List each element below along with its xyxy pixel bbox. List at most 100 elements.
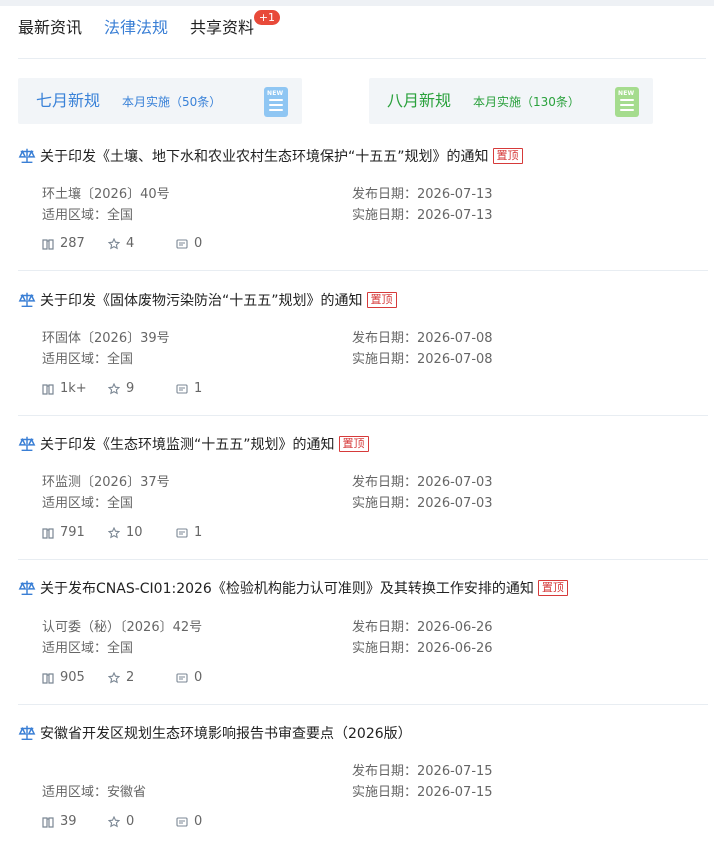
comment-icon	[176, 238, 188, 249]
effective-date-row: 实施日期：2026-07-03	[352, 496, 493, 511]
published-date-row: 发布日期：2026-07-15	[352, 764, 493, 779]
views-stat: 287	[42, 236, 108, 251]
comment-icon	[176, 672, 188, 683]
effective-date-row: 实施日期：2026-07-13	[352, 208, 493, 223]
article-title[interactable]: 关于印发《固体废物污染防治“十五五”规划》的通知	[40, 290, 363, 310]
article-stats: 39 0 0	[42, 814, 202, 829]
tab-shared-materials-label: 共享资料	[190, 18, 255, 37]
divider	[18, 270, 708, 271]
tab-bar: 最新资讯 法律法规 共享资料 +1	[18, 10, 281, 50]
pinned-tag: 置顶	[366, 292, 397, 308]
tab-shared-materials[interactable]: 共享资料 +1	[190, 10, 281, 40]
pinned-tag: 置顶	[338, 436, 369, 452]
effective-date-row: 实施日期：2026-07-08	[352, 352, 493, 367]
article-title[interactable]: 关于印发《生态环境监测“十五五”规划》的通知	[40, 434, 335, 454]
top-strip	[0, 0, 714, 6]
divider	[18, 704, 708, 705]
region-row: 适用区域：安徽省	[42, 785, 147, 800]
new-document-icon: NEW	[264, 87, 288, 117]
scales-of-justice-icon	[18, 725, 36, 741]
comment-stat[interactable]: 0	[176, 814, 202, 829]
region-value: 全国	[107, 208, 134, 223]
star-icon	[108, 237, 120, 249]
card-subtitle: 本月实施（50条）	[122, 95, 222, 109]
new-document-icon: NEW	[615, 87, 639, 117]
published-date-row: 发布日期：2026-07-13	[352, 187, 493, 202]
region-value: 全国	[107, 352, 134, 367]
pinned-tag: 置顶	[537, 580, 568, 596]
views-stat: 1k+	[42, 381, 108, 396]
tab-latest-news[interactable]: 最新资讯	[18, 16, 82, 40]
views-stat: 791	[42, 525, 108, 540]
article-item: 关于印发《土壤、地下水和农业农村生态环境保护“十五五”规划》的通知 置顶 环土壤…	[18, 146, 708, 271]
card-title: 七月新规	[36, 91, 101, 110]
comment-stat[interactable]: 1	[176, 381, 202, 396]
article-stats: 1k+ 9 1	[42, 381, 202, 396]
views-stat: 39	[42, 814, 108, 829]
divider	[18, 559, 708, 560]
published-date: 2026-06-26	[417, 620, 493, 635]
effective-date: 2026-07-15	[417, 785, 493, 800]
star-icon	[108, 815, 120, 827]
comment-stat[interactable]: 1	[176, 525, 202, 540]
notification-badge: +1	[253, 10, 281, 25]
july-new-regulations-card[interactable]: 七月新规 本月实施（50条） NEW	[18, 78, 302, 124]
effective-date-row: 实施日期：2026-07-15	[352, 785, 493, 800]
card-subtitle: 本月实施（130条）	[473, 95, 580, 109]
document-number: 环监测〔2026〕37号	[42, 475, 170, 490]
article-title[interactable]: 安徽省开发区规划生态环境影响报告书审查要点（2026版）	[40, 723, 412, 743]
book-icon	[42, 383, 54, 395]
article-item: 关于印发《固体废物污染防治“十五五”规划》的通知 置顶 环固体〔2026〕39号…	[18, 290, 708, 416]
favorite-stat[interactable]: 2	[108, 670, 176, 685]
article-title[interactable]: 关于发布CNAS-CI01:2026《检验机构能力认可准则》及其转换工作安排的通…	[40, 578, 534, 598]
published-date: 2026-07-15	[417, 764, 493, 779]
views-stat: 905	[42, 670, 108, 685]
region-value: 安徽省	[107, 785, 147, 800]
august-new-regulations-card[interactable]: 八月新规 本月实施（130条） NEW	[369, 78, 653, 124]
book-icon	[42, 816, 54, 828]
comment-icon	[176, 527, 188, 538]
region-row: 适用区域：全国	[42, 641, 134, 656]
tab-divider	[18, 58, 706, 59]
region-row: 适用区域：全国	[42, 352, 134, 367]
comment-icon	[176, 383, 188, 394]
scales-of-justice-icon	[18, 292, 36, 308]
published-date: 2026-07-13	[417, 187, 493, 202]
book-icon	[42, 527, 54, 539]
region-row: 适用区域：全国	[42, 496, 134, 511]
document-number: 环固体〔2026〕39号	[42, 331, 170, 346]
article-item: 安徽省开发区规划生态环境影响报告书审查要点（2026版） 适用区域：安徽省 发布…	[18, 723, 708, 844]
star-icon	[108, 526, 120, 538]
published-date-row: 发布日期：2026-07-03	[352, 475, 493, 490]
article-stats: 905 2 0	[42, 670, 202, 685]
scales-of-justice-icon	[18, 148, 36, 164]
published-date-row: 发布日期：2026-06-26	[352, 620, 493, 635]
comment-icon	[176, 816, 188, 827]
tab-laws-regulations[interactable]: 法律法规	[104, 16, 168, 40]
effective-date: 2026-07-13	[417, 208, 493, 223]
effective-date: 2026-07-08	[417, 352, 493, 367]
new-regulations-cards: 七月新规 本月实施（50条） NEW 八月新规 本月实施（130条） NEW	[18, 78, 708, 124]
effective-date-row: 实施日期：2026-06-26	[352, 641, 493, 656]
star-icon	[108, 382, 120, 394]
effective-date: 2026-06-26	[417, 641, 493, 656]
published-date: 2026-07-03	[417, 475, 493, 490]
favorite-stat[interactable]: 0	[108, 814, 176, 829]
favorite-stat[interactable]: 10	[108, 525, 176, 540]
article-item: 关于发布CNAS-CI01:2026《检验机构能力认可准则》及其转换工作安排的通…	[18, 578, 708, 705]
book-icon	[42, 238, 54, 250]
scales-of-justice-icon	[18, 580, 36, 596]
published-date-row: 发布日期：2026-07-08	[352, 331, 493, 346]
favorite-stat[interactable]: 4	[108, 236, 176, 251]
article-title[interactable]: 关于印发《土壤、地下水和农业农村生态环境保护“十五五”规划》的通知	[40, 146, 489, 166]
favorite-stat[interactable]: 9	[108, 381, 176, 396]
article-stats: 287 4 0	[42, 236, 202, 251]
article-item: 关于印发《生态环境监测“十五五”规划》的通知 置顶 环监测〔2026〕37号 适…	[18, 434, 708, 560]
effective-date: 2026-07-03	[417, 496, 493, 511]
pinned-tag: 置顶	[492, 148, 523, 164]
comment-stat[interactable]: 0	[176, 670, 202, 685]
card-title: 八月新规	[387, 91, 452, 110]
document-number: 认可委（秘）〔2026〕42号	[42, 620, 203, 635]
comment-stat[interactable]: 0	[176, 236, 202, 251]
article-stats: 791 10 1	[42, 525, 202, 540]
